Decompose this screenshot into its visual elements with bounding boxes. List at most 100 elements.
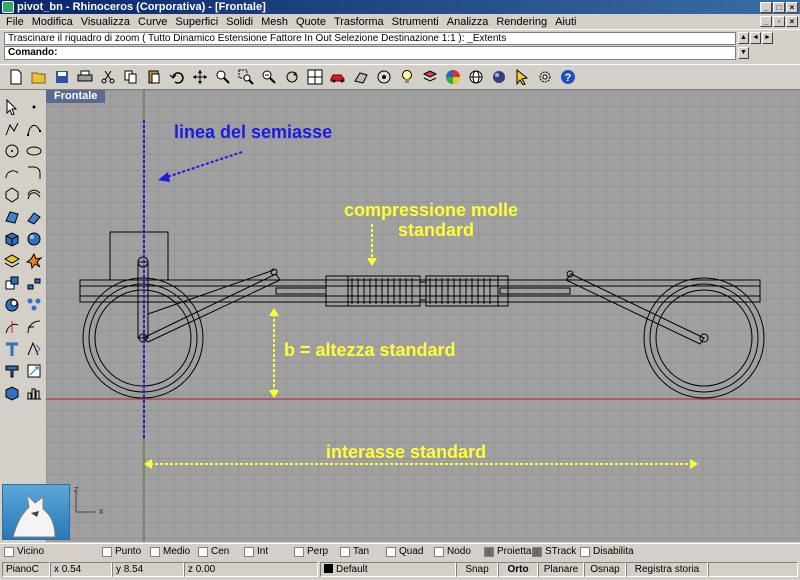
- maximize-button[interactable]: □: [773, 1, 785, 13]
- menu-curve[interactable]: Curve: [134, 16, 171, 28]
- box-solid-icon[interactable]: [1, 228, 23, 250]
- osnap-cen-checkbox[interactable]: [198, 546, 208, 557]
- transform-icon[interactable]: [1, 360, 23, 382]
- title-bar[interactable]: pivot_bn - Rhinoceros (Corporativa) - [F…: [0, 0, 800, 14]
- point-icon[interactable]: [23, 96, 45, 118]
- trim-icon[interactable]: [1, 316, 23, 338]
- osnap-perp[interactable]: Perp: [294, 546, 328, 557]
- osnap-disabilita[interactable]: Disabilita: [580, 546, 634, 557]
- menu-solidi[interactable]: Solidi: [222, 16, 257, 28]
- osnap-tan[interactable]: Tan: [340, 546, 369, 557]
- osnap-nodo-checkbox[interactable]: [434, 546, 444, 557]
- osnap-int[interactable]: Int: [244, 546, 268, 557]
- history-scroll-left-button[interactable]: ◄: [750, 32, 761, 44]
- osnap-proietta[interactable]: Proietta: [484, 546, 531, 557]
- viewport-tab-frontale[interactable]: Frontale: [46, 90, 106, 103]
- mdi-close-button[interactable]: ×: [786, 16, 798, 27]
- four-viewports-icon[interactable]: [305, 67, 325, 87]
- copy-icon[interactable]: [121, 67, 141, 87]
- help-icon[interactable]: ?: [558, 67, 578, 87]
- text-object-icon[interactable]: [23, 338, 45, 360]
- array-icon[interactable]: [23, 294, 45, 316]
- color-wheel-icon[interactable]: [443, 67, 463, 87]
- move-icon[interactable]: [23, 360, 45, 382]
- menu-analizza[interactable]: Analizza: [443, 16, 493, 28]
- zoom-extents-icon[interactable]: [259, 67, 279, 87]
- light-bulb-icon[interactable]: [397, 67, 417, 87]
- menu-rendering[interactable]: Rendering: [492, 16, 551, 28]
- osnap-perp-checkbox[interactable]: [294, 546, 304, 557]
- rhino-app-icon[interactable]: [2, 1, 14, 13]
- menu-modifica[interactable]: Modifica: [28, 16, 77, 28]
- osnap-punto-checkbox[interactable]: [102, 546, 112, 557]
- paste-icon[interactable]: [144, 67, 164, 87]
- globe-icon[interactable]: [466, 67, 486, 87]
- sphere-icon[interactable]: [489, 67, 509, 87]
- split-icon[interactable]: [23, 316, 45, 338]
- osnap-disabilita-checkbox[interactable]: [580, 546, 590, 557]
- fillet-curve-icon[interactable]: [23, 162, 45, 184]
- menu-quote[interactable]: Quote: [292, 16, 330, 28]
- minimize-button[interactable]: _: [760, 1, 772, 13]
- mdi-restore-button[interactable]: ▫: [773, 16, 785, 27]
- osnap-int-checkbox[interactable]: [244, 546, 254, 557]
- save-icon[interactable]: [52, 67, 72, 87]
- cut-icon[interactable]: [98, 67, 118, 87]
- command-scroll-down-button[interactable]: ▼: [738, 47, 749, 59]
- rotate-view-icon[interactable]: [282, 67, 302, 87]
- offset-curve-icon[interactable]: [23, 184, 45, 206]
- boolean-union-icon[interactable]: [1, 272, 23, 294]
- command-input[interactable]: Comando:: [4, 46, 736, 60]
- car-icon[interactable]: [328, 67, 348, 87]
- zoom-window-icon[interactable]: [236, 67, 256, 87]
- boolean-difference-icon[interactable]: [1, 294, 23, 316]
- osnap-medio[interactable]: Medio: [150, 546, 190, 557]
- select-arrow-icon[interactable]: [1, 96, 23, 118]
- render-icon[interactable]: [374, 67, 394, 87]
- osnap-strack[interactable]: STrack: [532, 546, 576, 557]
- polygon-icon[interactable]: [1, 184, 23, 206]
- circle-icon[interactable]: [1, 140, 23, 162]
- menu-aiuti[interactable]: Aiuti: [551, 16, 580, 28]
- join-icon[interactable]: [23, 272, 45, 294]
- analyze-icon[interactable]: [23, 382, 45, 404]
- status-history-button[interactable]: Registra storia: [626, 562, 708, 577]
- new-file-icon[interactable]: [6, 67, 26, 87]
- explode-icon[interactable]: [23, 250, 45, 272]
- close-button[interactable]: ×: [786, 1, 798, 13]
- status-snap-button[interactable]: Snap: [456, 562, 498, 577]
- osnap-punto[interactable]: Punto: [102, 546, 141, 557]
- osnap-strack-checkbox[interactable]: [532, 546, 542, 557]
- status-planare-button[interactable]: Planare: [538, 562, 584, 577]
- arc-icon[interactable]: [1, 162, 23, 184]
- surface-icon[interactable]: [1, 206, 23, 228]
- block-icon[interactable]: [1, 382, 23, 404]
- zoom-icon[interactable]: [213, 67, 233, 87]
- status-layer[interactable]: Default: [320, 562, 456, 577]
- menu-trasforma[interactable]: Trasforma: [330, 16, 388, 28]
- osnap-vicino-checkbox[interactable]: [4, 546, 14, 557]
- status-osnap-button[interactable]: Osnap: [584, 562, 626, 577]
- extrude-icon[interactable]: [23, 206, 45, 228]
- menu-superfici[interactable]: Superfici: [171, 16, 222, 28]
- history-scroll-up-button[interactable]: ▲: [738, 32, 749, 44]
- ellipse-icon[interactable]: [23, 140, 45, 162]
- undo-icon[interactable]: [167, 67, 187, 87]
- menu-mesh[interactable]: Mesh: [257, 16, 292, 28]
- polyline-icon[interactable]: [1, 118, 23, 140]
- menu-strumenti[interactable]: Strumenti: [388, 16, 443, 28]
- osnap-quad-checkbox[interactable]: [386, 546, 396, 557]
- osnap-tan-checkbox[interactable]: [340, 546, 350, 557]
- curve-icon[interactable]: [23, 118, 45, 140]
- viewport-frontale[interactable]: Frontale linea del semiasse compressione…: [46, 90, 800, 542]
- sphere-solid-icon[interactable]: [23, 228, 45, 250]
- print-icon[interactable]: [75, 67, 95, 87]
- menu-visualizza[interactable]: Visualizza: [77, 16, 134, 28]
- menu-file[interactable]: File: [2, 16, 28, 28]
- osnap-quad[interactable]: Quad: [386, 546, 423, 557]
- layer-icon[interactable]: [420, 67, 440, 87]
- osnap-cen[interactable]: Cen: [198, 546, 229, 557]
- pointer-icon[interactable]: [512, 67, 532, 87]
- pan-icon[interactable]: [190, 67, 210, 87]
- shade-icon[interactable]: [351, 67, 371, 87]
